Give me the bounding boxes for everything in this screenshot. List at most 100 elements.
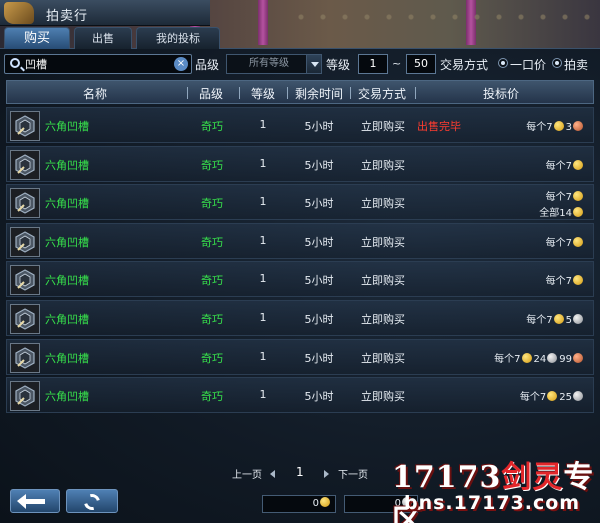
price-amount: 每个7 xyxy=(545,237,572,249)
watermark-text: 17173 xyxy=(392,460,502,495)
table-row[interactable]: 六角凹槽 奇巧 1 5小时 立即购买 每个7 25 xyxy=(6,377,594,414)
gold-coin-icon xyxy=(553,121,564,131)
refresh-button[interactable] xyxy=(66,489,118,513)
item-name[interactable]: 六角凹槽 xyxy=(45,272,89,288)
bid-price: 每个7 xyxy=(546,157,585,172)
window-titlebar[interactable]: 拍卖行 xyxy=(0,0,210,26)
auction-radio[interactable] xyxy=(552,58,562,68)
table-row[interactable]: 六角凹槽 奇巧 1 5小时 立即购买 每个7 24 99 xyxy=(6,338,594,375)
hexagon-slot-icon[interactable] xyxy=(10,188,40,219)
watermark-url: bns.17173.com xyxy=(404,492,581,514)
tab-buy[interactable]: 购买 xyxy=(4,27,70,49)
next-page-button[interactable]: 下一页 xyxy=(338,466,368,481)
hexagon-slot-icon[interactable] xyxy=(10,111,40,141)
hexagon-slot-icon[interactable] xyxy=(10,342,40,373)
pagination: 上一页 1 下一页 xyxy=(232,465,392,482)
tab-bar: 购买 出售 我的投标 xyxy=(4,27,224,49)
table-row[interactable]: 六角凹槽 奇巧 1 5小时 立即购买 每个7 xyxy=(6,222,594,259)
grade-dropdown-value: 所有等级 xyxy=(249,58,289,69)
level-label: 等级 xyxy=(326,58,351,72)
item-name[interactable]: 六角凹槽 xyxy=(45,157,89,173)
window-title: 拍卖行 xyxy=(46,9,89,24)
item-level: 1 xyxy=(259,388,267,402)
search-icon xyxy=(10,58,20,68)
table-row[interactable]: 六角凹槽 奇巧 1 5小时 立即购买 出售完毕 每个7 3 xyxy=(6,107,594,143)
hexagon-slot-icon[interactable] xyxy=(10,381,40,412)
header-bid-price[interactable]: 投标价 xyxy=(479,85,523,102)
header-level[interactable]: 等级 xyxy=(247,85,279,102)
item-grade: 奇巧 xyxy=(201,235,223,249)
tab-sell[interactable]: 出售 xyxy=(74,27,132,49)
arrow-left-icon xyxy=(17,494,45,509)
item-level: 1 xyxy=(259,272,267,286)
price-amount: 24 xyxy=(533,353,547,365)
chevron-down-icon[interactable] xyxy=(306,55,321,73)
fixed-price-label[interactable]: 一口价 xyxy=(510,56,546,73)
fixed-price-radio[interactable] xyxy=(498,58,508,68)
item-name[interactable]: 六角凹槽 xyxy=(45,350,89,366)
item-name[interactable]: 六角凹槽 xyxy=(45,311,89,327)
item-name[interactable]: 六角凹槽 xyxy=(45,118,89,134)
item-trade-type: 立即购买 xyxy=(361,235,405,249)
bid-price: 每个7 xyxy=(546,188,585,203)
level-min-input[interactable]: 1 xyxy=(358,54,388,74)
header-divider xyxy=(350,87,351,99)
price-amount: 3 xyxy=(565,122,572,133)
item-grade: 奇巧 xyxy=(201,120,223,133)
item-trade-type: 立即购买 xyxy=(361,197,405,211)
item-name[interactable]: 六角凹槽 xyxy=(45,195,89,211)
table-row[interactable]: 六角凹槽 奇巧 1 5小时 立即购买 每个7 xyxy=(6,261,594,298)
item-grade: 奇巧 xyxy=(201,274,223,288)
price-amount: 99 xyxy=(559,353,572,365)
bid-price: 每个7 5 xyxy=(526,311,585,326)
arrow-left-icon[interactable] xyxy=(270,470,275,478)
arrow-right-icon[interactable] xyxy=(324,470,329,478)
search-input[interactable] xyxy=(25,56,173,72)
gold-coin-icon xyxy=(320,497,330,507)
copper-coin-icon xyxy=(573,352,583,363)
silver-coin-icon xyxy=(547,352,558,363)
hexagon-slot-icon[interactable] xyxy=(10,226,40,257)
current-page: 1 xyxy=(296,465,304,479)
item-level: 1 xyxy=(259,233,267,247)
auction-listing-table: 名称 品级 等级 剩余时间 交易方式 投标价 六角凹槽 奇巧 1 5小时 立即购买 出售完… xyxy=(6,80,594,420)
level-max-input[interactable]: 50 xyxy=(406,54,436,74)
status-badge: 出售完毕 xyxy=(417,120,461,133)
header-divider xyxy=(187,87,188,99)
item-time-left: 5小时 xyxy=(304,390,334,404)
tab-my-bids[interactable]: 我的投标 xyxy=(136,27,220,49)
header-grade[interactable]: 品级 xyxy=(195,85,227,102)
item-trade-type: 立即购买 xyxy=(361,274,405,288)
gold-coin-icon xyxy=(573,191,583,202)
price-amount: 每个7 xyxy=(526,315,553,326)
level-range-separator: ~ xyxy=(392,57,402,70)
gold-coin-icon xyxy=(553,314,564,324)
header-name[interactable]: 名称 xyxy=(75,85,115,102)
table-row[interactable]: 六角凹槽 奇巧 1 5小时 立即购买 每个7 全部14 xyxy=(6,184,594,221)
table-row[interactable]: 六角凹槽 奇巧 1 5小时 立即购买 每个7 5 xyxy=(6,300,594,336)
close-icon[interactable]: × xyxy=(174,57,188,71)
header-trade-type[interactable]: 交易方式 xyxy=(354,85,410,102)
search-box[interactable]: × xyxy=(4,54,192,74)
wallet-gold-value: 0 xyxy=(312,498,319,509)
header-divider xyxy=(239,87,240,99)
hexagon-slot-icon[interactable] xyxy=(10,304,40,334)
hexagon-slot-icon[interactable] xyxy=(10,149,40,180)
prev-page-button[interactable]: 上一页 xyxy=(232,466,262,481)
hexagon-slot-icon[interactable] xyxy=(10,265,40,296)
silver-coin-icon xyxy=(573,391,583,402)
item-name[interactable]: 六角凹槽 xyxy=(45,234,89,250)
header-time-left[interactable]: 剩余时间 xyxy=(291,85,347,102)
item-level: 1 xyxy=(259,195,267,209)
gold-coin-icon xyxy=(573,236,583,247)
auction-label[interactable]: 拍卖 xyxy=(564,56,588,73)
back-button[interactable] xyxy=(10,489,60,513)
grade-dropdown[interactable]: 所有等级 xyxy=(226,54,322,74)
scene-post xyxy=(258,0,268,45)
price-amount: 每个7 xyxy=(519,392,547,404)
table-row[interactable]: 六角凹槽 奇巧 1 5小时 立即购买 每个7 xyxy=(6,145,594,182)
item-name[interactable]: 六角凹槽 xyxy=(45,388,89,404)
item-time-left: 5小时 xyxy=(304,158,334,172)
price-amount: 5 xyxy=(565,315,572,326)
bid-price: 每个7 xyxy=(546,234,585,249)
